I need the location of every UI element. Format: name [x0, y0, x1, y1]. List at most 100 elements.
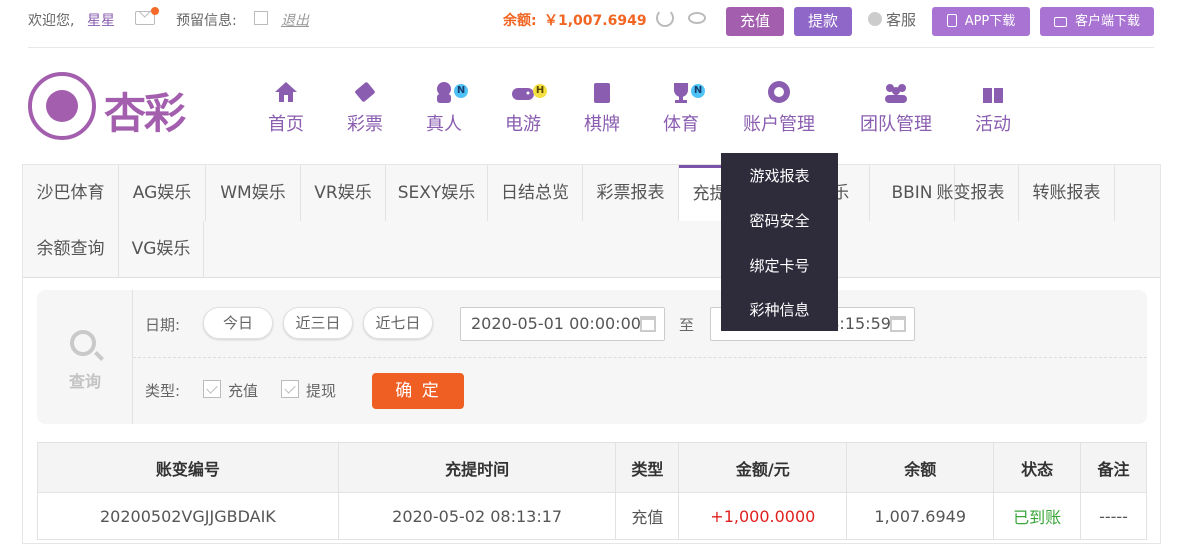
- nav-home[interactable]: 首页: [266, 80, 306, 140]
- col-amount: 金额/元: [678, 442, 848, 493]
- nav-label: 彩票: [347, 114, 383, 135]
- reserve-info-label: 预留信息:: [176, 13, 237, 29]
- nav-label: 电游: [505, 114, 541, 135]
- tab-account-change[interactable]: 账变报表: [923, 165, 1019, 221]
- nav-label: 账户管理: [743, 114, 815, 135]
- col-status: 状态: [993, 442, 1082, 493]
- notification-dot: [151, 7, 159, 15]
- tab-shaba-sports[interactable]: 沙巴体育: [23, 165, 119, 221]
- today-button[interactable]: 今日: [203, 307, 273, 339]
- col-type: 类型: [615, 442, 680, 493]
- ticket-icon: [355, 82, 375, 102]
- recharge-button[interactable]: 充值: [726, 7, 784, 36]
- records-table: 账变编号 充提时间 类型 金额/元 余额 状态 备注 20200502VGJJG…: [37, 442, 1147, 540]
- edit-icon[interactable]: [254, 11, 268, 25]
- start-date-input[interactable]: 2020-05-01 00:00:00: [460, 307, 665, 341]
- query-label: 查询: [68, 372, 101, 391]
- new-badge: N: [691, 84, 705, 98]
- date-label: 日期:: [145, 316, 181, 334]
- table-row: 20200502VGJJGBDAIK 2020-05-02 08:13:17 充…: [37, 492, 1147, 540]
- tab-wm[interactable]: WM娱乐: [206, 165, 301, 221]
- nav-label: 棋牌: [584, 114, 620, 135]
- account-dropdown-menu: 游戏报表 密码安全 绑定卡号 彩种信息: [721, 153, 838, 331]
- col-remark: 备注: [1080, 442, 1147, 493]
- last-3-days-button[interactable]: 近三日: [283, 307, 353, 339]
- calendar-icon[interactable]: [890, 316, 906, 332]
- tab-lottery-report[interactable]: 彩票报表: [583, 165, 679, 221]
- nav-lottery[interactable]: 彩票: [345, 80, 385, 140]
- client-download-label: 客户端下载: [1074, 14, 1140, 29]
- nav-chess[interactable]: 棋牌: [582, 80, 622, 140]
- client-download-button[interactable]: 客户端下载: [1040, 7, 1154, 36]
- to-label: 至: [679, 316, 695, 334]
- top-bar: 欢迎您, 星星 预留信息: 退出 余额: ￥1,007.6949 充值 提款 客…: [28, 0, 1154, 48]
- app-download-button[interactable]: APP下载: [932, 7, 1030, 36]
- recharge-checkbox-label: 充值: [228, 382, 259, 400]
- tab-sexy[interactable]: SEXY娱乐: [386, 165, 488, 221]
- cell-type: 充值: [615, 492, 680, 540]
- customer-service-button[interactable]: 客服: [868, 9, 916, 30]
- filter-panel: 查询 日期: 今日 近三日 近七日 2020-05-01 00:00:00 至 …: [37, 290, 1147, 424]
- gift-icon: [983, 85, 1003, 103]
- app-download-label: APP下载: [964, 14, 1016, 29]
- tab-vg[interactable]: VG娱乐: [119, 221, 204, 277]
- cell-balance: 1,007.6949: [846, 492, 995, 540]
- withdraw-button[interactable]: 提款: [794, 7, 852, 36]
- new-badge: N: [454, 84, 468, 98]
- nav-sports[interactable]: N 体育: [661, 80, 705, 140]
- recharge-checkbox[interactable]: [203, 380, 221, 398]
- nav-team[interactable]: 团队管理: [857, 80, 935, 140]
- balance-label: 余额:: [503, 13, 537, 29]
- tab-balance-query[interactable]: 余额查询: [23, 221, 119, 277]
- withdraw-checkbox[interactable]: [281, 380, 299, 398]
- menu-item-password-security[interactable]: 密码安全: [721, 199, 838, 243]
- status-badge: 已到账: [993, 492, 1082, 540]
- confirm-button[interactable]: 确 定: [372, 373, 464, 409]
- service-icon: [868, 12, 882, 26]
- tab-vr[interactable]: VR娱乐: [301, 165, 386, 221]
- nav-account[interactable]: 账户管理: [740, 80, 818, 140]
- nav-label: 团队管理: [860, 114, 932, 135]
- cards-icon: [594, 83, 610, 103]
- username-link[interactable]: 星星: [87, 10, 115, 30]
- cell-time: 2020-05-02 08:13:17: [337, 492, 617, 540]
- nav-promotions[interactable]: 活动: [973, 80, 1013, 140]
- cell-transaction-id: 20200502VGJJGBDAIK: [37, 492, 339, 540]
- col-time: 充提时间: [337, 442, 617, 493]
- menu-item-bind-card[interactable]: 绑定卡号: [721, 244, 838, 288]
- nav-egame[interactable]: H 电游: [503, 80, 547, 140]
- menu-item-game-report[interactable]: 游戏报表: [721, 154, 838, 198]
- nav-live[interactable]: N 真人: [424, 80, 468, 140]
- last-7-days-button[interactable]: 近七日: [363, 307, 433, 339]
- nav-label: 活动: [975, 114, 1011, 135]
- cell-remark: -----: [1080, 492, 1147, 540]
- calendar-icon[interactable]: [640, 316, 656, 332]
- refresh-icon[interactable]: [656, 9, 674, 27]
- report-panel: 沙巴体育 AG娱乐 WM娱乐 VR娱乐 SEXY娱乐 日结总览 彩票报表 充提记…: [22, 164, 1161, 544]
- team-icon: [885, 84, 907, 103]
- withdraw-checkbox-label: 提现: [306, 382, 337, 400]
- nav-label: 首页: [268, 114, 304, 135]
- tab-daily-overview[interactable]: 日结总览: [488, 165, 583, 221]
- divider: [133, 357, 1147, 358]
- hide-balance-icon[interactable]: [688, 12, 706, 24]
- logout-link[interactable]: 退出: [281, 10, 309, 30]
- monitor-icon: [1053, 17, 1067, 27]
- tab-transfer-report[interactable]: 转账报表: [1019, 165, 1115, 221]
- main-nav: 首页 彩票 N 真人 H 电游 棋牌 N 体育 账户管理 团队管理 活动: [0, 80, 1189, 140]
- table-header-row: 账变编号 充提时间 类型 金额/元 余额 状态 备注: [37, 442, 1147, 493]
- tab-ag[interactable]: AG娱乐: [119, 165, 206, 221]
- nav-label: 真人: [426, 114, 462, 135]
- col-transaction-id: 账变编号: [37, 442, 339, 493]
- home-icon: [275, 82, 297, 102]
- col-balance: 余额: [846, 442, 995, 493]
- hot-badge: H: [533, 84, 547, 98]
- report-tabs: 沙巴体育 AG娱乐 WM娱乐 VR娱乐 SEXY娱乐 日结总览 彩票报表 充提记…: [23, 165, 1160, 278]
- balance-value: ￥1,007.6949: [544, 13, 647, 29]
- search-icon: [70, 330, 96, 356]
- menu-item-lottery-info[interactable]: 彩种信息: [721, 288, 838, 332]
- nav-label: 体育: [663, 114, 699, 135]
- phone-icon: [946, 14, 957, 27]
- start-date-value: 2020-05-01 00:00:00: [471, 314, 641, 333]
- query-area: 查询: [37, 290, 133, 424]
